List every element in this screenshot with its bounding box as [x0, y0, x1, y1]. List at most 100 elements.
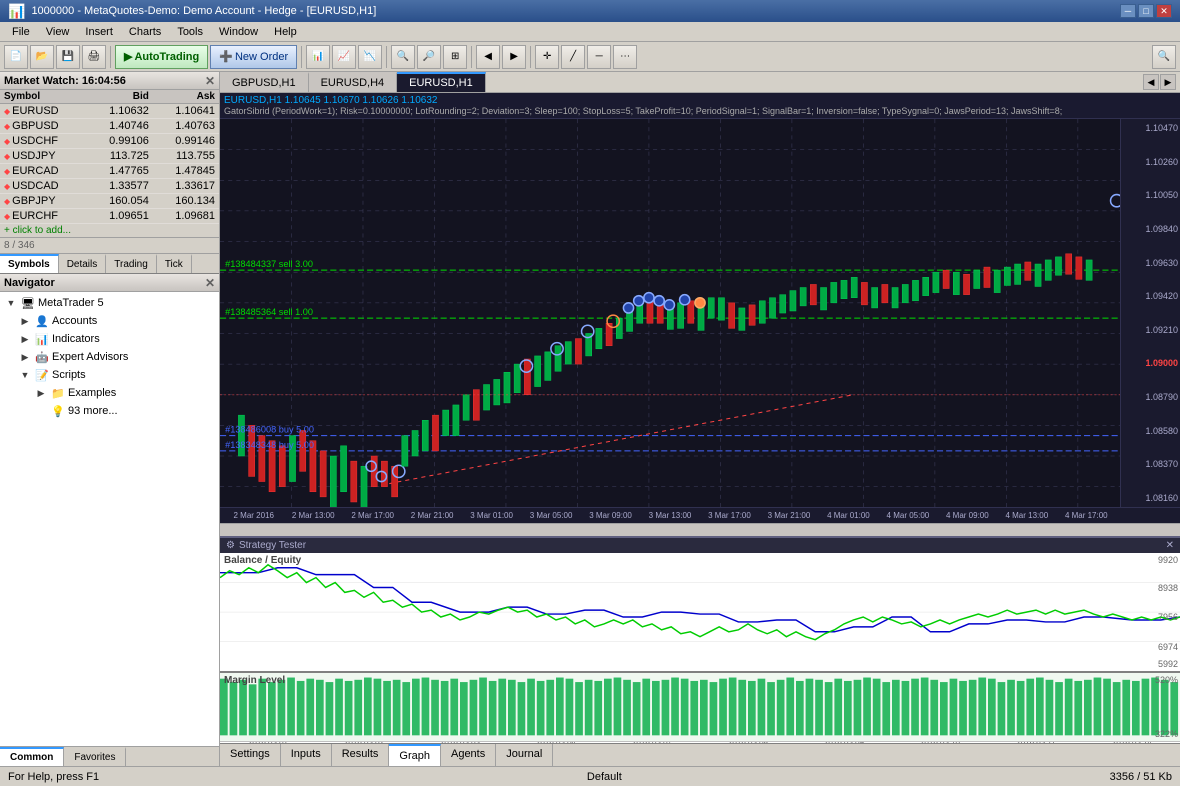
toolbar-bar-chart-btn[interactable]: 📊: [306, 45, 330, 69]
nav-item-mt5[interactable]: ▼ 🖥 MetaTrader 5: [2, 294, 217, 312]
toolbar-zoom-out-btn[interactable]: 🔎: [417, 45, 441, 69]
new-order-button[interactable]: ➕ New Order: [210, 45, 297, 69]
mw-tab-symbols[interactable]: Symbols: [0, 254, 59, 273]
toolbar-line-tool-btn[interactable]: ╱: [561, 45, 585, 69]
market-watch-row[interactable]: ◆ EURCHF 1.09651 1.09681: [0, 209, 219, 224]
nav-item-scripts[interactable]: ▼ 📝 Scripts: [2, 366, 217, 384]
market-watch-row[interactable]: ◆ USDCAD 1.33577 1.33617: [0, 179, 219, 194]
mw-symbol-cell: ◆ USDJPY: [0, 149, 87, 164]
titlebar-title: 1000000 - MetaQuotes-Demo: Demo Account …: [31, 5, 376, 17]
toolbar-save-btn[interactable]: 💾: [56, 45, 80, 69]
market-watch-row[interactable]: ◆ EURUSD 1.10632 1.10641: [0, 104, 219, 119]
statusbar-right: 3356 / 51 Kb: [1110, 771, 1172, 783]
market-watch-footer: 8 / 346: [0, 237, 219, 253]
toolbar-print-btn[interactable]: 🖨: [82, 45, 106, 69]
toolbar-more-btn[interactable]: ⋯: [613, 45, 637, 69]
nav-item-indicators[interactable]: ▶ 📊 Indicators: [2, 330, 217, 348]
market-watch-row[interactable]: ◆ EURCAD 1.47765 1.47845: [0, 164, 219, 179]
strategy-tab-settings[interactable]: Settings: [220, 744, 281, 766]
toolbar-crosshair-btn[interactable]: ✛: [535, 45, 559, 69]
market-watch-close[interactable]: ✕: [205, 74, 215, 88]
navigator-close[interactable]: ✕: [205, 276, 215, 290]
market-watch-row[interactable]: ◆ GBPUSD 1.40746 1.40763: [0, 119, 219, 134]
chart-tab-gbpusd[interactable]: GBPUSD,H1: [220, 72, 309, 92]
diamond-icon: ◆: [4, 137, 10, 146]
mw-symbol-name: USDCHF: [12, 135, 58, 147]
time-11: 4 Mar 05:00: [878, 511, 937, 520]
market-watch-row[interactable]: ◆ USDJPY 113.725 113.755: [0, 149, 219, 164]
nav-tab-common[interactable]: Common: [0, 747, 64, 766]
nav-label-ea: Expert Advisors: [52, 351, 128, 363]
toolbar-open-btn[interactable]: 📂: [30, 45, 54, 69]
nav-expand-mt5: ▼: [4, 296, 18, 310]
autotrading-button[interactable]: ▶ AutoTrading: [115, 45, 208, 69]
chart-prev-btn[interactable]: ◀: [1143, 74, 1159, 90]
mw-tab-trading[interactable]: Trading: [106, 254, 157, 273]
nav-expand-indicators: ▶: [18, 332, 32, 346]
chart-content: EURUSD,H1 1.10645 1.10670 1.10626 1.1063…: [220, 93, 1180, 766]
strategy-tab-graph[interactable]: Graph: [389, 744, 441, 766]
toolbar-candle-btn[interactable]: 📈: [332, 45, 356, 69]
add-symbol-row[interactable]: + click to add...: [0, 224, 219, 237]
toolbar-scroll-right-btn[interactable]: ▶: [502, 45, 526, 69]
mw-symbol-name: GBPUSD: [12, 120, 58, 132]
nav-expand-examples: ▶: [34, 386, 48, 400]
market-watch-row[interactable]: ◆ GBPJPY 160.054 160.134: [0, 194, 219, 209]
price-chart-wrapper: #138484337 sell 3.00 #138485364 sell 1.0…: [220, 119, 1180, 507]
close-button[interactable]: ✕: [1156, 4, 1172, 18]
navigator-tree: ▼ 🖥 MetaTrader 5 ▶ 👤 Accounts ▶ 📊 Indica…: [0, 292, 219, 746]
diamond-icon: ◆: [4, 152, 10, 161]
strategy-tester-close[interactable]: ✕: [1166, 540, 1174, 551]
time-4: 3 Mar 01:00: [462, 511, 521, 520]
minimize-button[interactable]: ─: [1120, 4, 1136, 18]
mw-bid-cell: 1.10632: [87, 104, 153, 119]
strategy-tester-panel: ⚙ Strategy Tester ✕ Balance / Equity 992…: [220, 536, 1180, 766]
strategy-tab-journal[interactable]: Journal: [496, 744, 553, 766]
strategy-tester-title: Strategy Tester: [239, 540, 306, 551]
col-bid: Bid: [87, 90, 153, 104]
diamond-icon: ◆: [4, 107, 10, 116]
diamond-icon: ◆: [4, 167, 10, 176]
chart-next-btn[interactable]: ▶: [1160, 74, 1176, 90]
nav-icon-indicators: 📊: [34, 331, 50, 347]
separator3: [386, 46, 387, 68]
menu-window[interactable]: Window: [211, 24, 266, 40]
mw-tab-details[interactable]: Details: [59, 254, 107, 273]
chart-tab-eurusd-h1[interactable]: EURUSD,H1: [397, 72, 486, 92]
nav-icon-ea: 🤖: [34, 349, 50, 365]
menu-tools[interactable]: Tools: [169, 24, 211, 40]
chart-symbol-info: EURUSD,H1 1.10645 1.10670 1.10626 1.1063…: [224, 95, 1176, 106]
nav-item-accounts[interactable]: ▶ 👤 Accounts: [2, 312, 217, 330]
chart-scrollbar[interactable]: [220, 523, 1180, 536]
strategy-tab-agents[interactable]: Agents: [441, 744, 496, 766]
equity-y-8938: 8938: [1158, 583, 1178, 593]
menu-file[interactable]: File: [4, 24, 38, 40]
navigator-tabs: Common Favorites: [0, 746, 219, 766]
toolbar-fit-btn[interactable]: ⊞: [443, 45, 467, 69]
toolbar-new-btn[interactable]: 📄: [4, 45, 28, 69]
toolbar-line-btn[interactable]: 📉: [358, 45, 382, 69]
mw-tab-tick[interactable]: Tick: [157, 254, 192, 273]
toolbar-search-btn[interactable]: 🔍: [1152, 45, 1176, 69]
market-watch-row[interactable]: ◆ USDCHF 0.99106 0.99146: [0, 134, 219, 149]
maximize-button[interactable]: □: [1138, 4, 1154, 18]
time-12: 4 Mar 09:00: [938, 511, 997, 520]
toolbar-zoom-in-btn[interactable]: 🔍: [391, 45, 415, 69]
strategy-tab-results[interactable]: Results: [332, 744, 390, 766]
mw-bid-cell: 1.09651: [87, 209, 153, 224]
nav-tab-favorites[interactable]: Favorites: [64, 747, 126, 766]
nav-item-ea[interactable]: ▶ 🤖 Expert Advisors: [2, 348, 217, 366]
chart-tab-eurusd-h4[interactable]: EURUSD,H4: [309, 72, 398, 92]
menu-insert[interactable]: Insert: [77, 24, 121, 40]
separator5: [530, 46, 531, 68]
strategy-tab-inputs[interactable]: Inputs: [281, 744, 332, 766]
menu-charts[interactable]: Charts: [121, 24, 169, 40]
toolbar-scroll-left-btn[interactable]: ◀: [476, 45, 500, 69]
menu-help[interactable]: Help: [266, 24, 305, 40]
nav-item-more[interactable]: 💡 93 more...: [2, 402, 217, 420]
diamond-icon: ◆: [4, 197, 10, 206]
nav-item-examples[interactable]: ▶ 📁 Examples: [2, 384, 217, 402]
toolbar-hline-btn[interactable]: ─: [587, 45, 611, 69]
menu-view[interactable]: View: [38, 24, 78, 40]
price-label-5: 1.09420: [1123, 291, 1178, 301]
